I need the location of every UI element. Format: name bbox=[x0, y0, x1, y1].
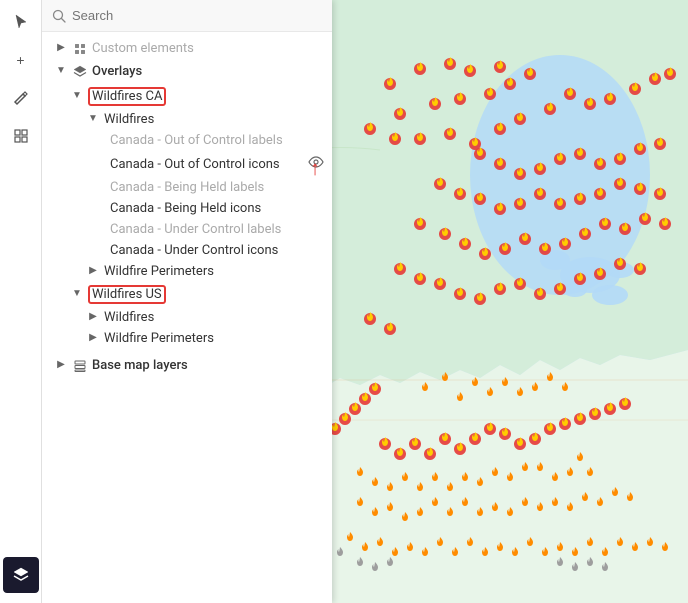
canada-ooc-labels-label: Canada - Out of Control labels bbox=[110, 133, 283, 148]
base-map-header[interactable]: ▶ Base map layers bbox=[42, 353, 332, 378]
wildfires-ca-item[interactable]: ▼ Wildfires CA bbox=[62, 84, 332, 109]
layers-button[interactable] bbox=[3, 557, 39, 593]
wildfire-perimeters-us-item[interactable]: ▶ Wildfire Perimeters bbox=[78, 328, 332, 349]
custom-elements-chevron: ▶ bbox=[54, 42, 68, 56]
custom-elements-icon bbox=[73, 42, 87, 56]
custom-elements-item[interactable]: ▶ Custom elements bbox=[42, 38, 332, 59]
wildfire-perimeters-us-chevron: ▶ bbox=[86, 332, 100, 346]
canada-bh-labels-label: Canada - Being Held labels bbox=[110, 180, 264, 195]
wildfire-perimeters-ca-chevron: ▶ bbox=[86, 265, 100, 279]
canada-bh-icons-label: Canada - Being Held icons bbox=[110, 201, 261, 216]
wildfires-us-label: Wildfires US bbox=[88, 285, 166, 304]
overlays-icon bbox=[73, 65, 87, 79]
canada-being-held-labels-item[interactable]: Canada - Being Held labels bbox=[102, 177, 332, 198]
wildfires-ca-group-label: Wildfires bbox=[104, 112, 154, 127]
zoom-button[interactable]: + bbox=[3, 42, 39, 78]
panel: ▶ Custom elements ▼ Overlays ▼ Wildfires… bbox=[42, 0, 332, 603]
canada-out-of-control-icons-item[interactable]: Canada - Out of Control icons bbox=[102, 151, 332, 177]
wildfires-us-sub-chevron: ▶ bbox=[86, 311, 100, 325]
base-map-label: Base map layers bbox=[92, 358, 188, 373]
overlays-label: Overlays bbox=[92, 64, 142, 79]
base-map-chevron: ▶ bbox=[54, 359, 68, 373]
wildfires-us-item[interactable]: ▼ Wildfires US bbox=[62, 282, 332, 307]
custom-elements-label: Custom elements bbox=[92, 41, 194, 56]
canada-ooc-icons-label: Canada - Out of Control icons bbox=[110, 157, 280, 172]
cursor-tool-button[interactable] bbox=[3, 4, 39, 40]
wildfires-ca-group[interactable]: ▼ Wildfires bbox=[78, 109, 332, 130]
tree: ▶ Custom elements ▼ Overlays ▼ Wildfires… bbox=[42, 32, 332, 603]
wildfires-us-sub-label: Wildfires bbox=[104, 310, 154, 325]
left-toolbar: + bbox=[0, 0, 42, 603]
search-icon bbox=[52, 9, 66, 23]
overlays-chevron: ▼ bbox=[54, 65, 68, 79]
draw-button[interactable] bbox=[3, 80, 39, 116]
canada-uc-icons-label: Canada - Under Control icons bbox=[110, 243, 278, 258]
wildfires-ca-group-chevron: ▼ bbox=[86, 113, 100, 127]
wildfires-ca-label: Wildfires CA bbox=[88, 87, 166, 106]
canada-being-held-icons-item[interactable]: Canada - Being Held icons bbox=[102, 198, 332, 219]
canada-ooc-icons-row: Canada - Out of Control icons bbox=[110, 154, 324, 174]
red-arrow-indicator: ↓ bbox=[310, 158, 320, 183]
wildfires-us-sub[interactable]: ▶ Wildfires bbox=[78, 307, 332, 328]
canada-uc-labels-label: Canada - Under Control labels bbox=[110, 222, 281, 237]
search-bar bbox=[42, 0, 332, 32]
canada-under-control-labels-item[interactable]: Canada - Under Control labels bbox=[102, 219, 332, 240]
wildfire-perimeters-us-label: Wildfire Perimeters bbox=[104, 331, 214, 346]
overlays-header[interactable]: ▼ Overlays bbox=[42, 59, 332, 84]
search-input[interactable] bbox=[72, 8, 322, 23]
wildfires-ca-chevron: ▼ bbox=[70, 90, 84, 104]
base-map-icon bbox=[73, 359, 87, 373]
canada-under-control-icons-item[interactable]: Canada - Under Control icons bbox=[102, 240, 332, 261]
wildfire-perimeters-ca-label: Wildfire Perimeters bbox=[104, 264, 214, 279]
shapes-button[interactable] bbox=[3, 118, 39, 154]
canada-out-of-control-labels-item[interactable]: Canada - Out of Control labels bbox=[102, 130, 332, 151]
wildfire-perimeters-ca-item[interactable]: ▶ Wildfire Perimeters bbox=[78, 261, 332, 282]
wildfires-us-chevron: ▼ bbox=[70, 288, 84, 302]
